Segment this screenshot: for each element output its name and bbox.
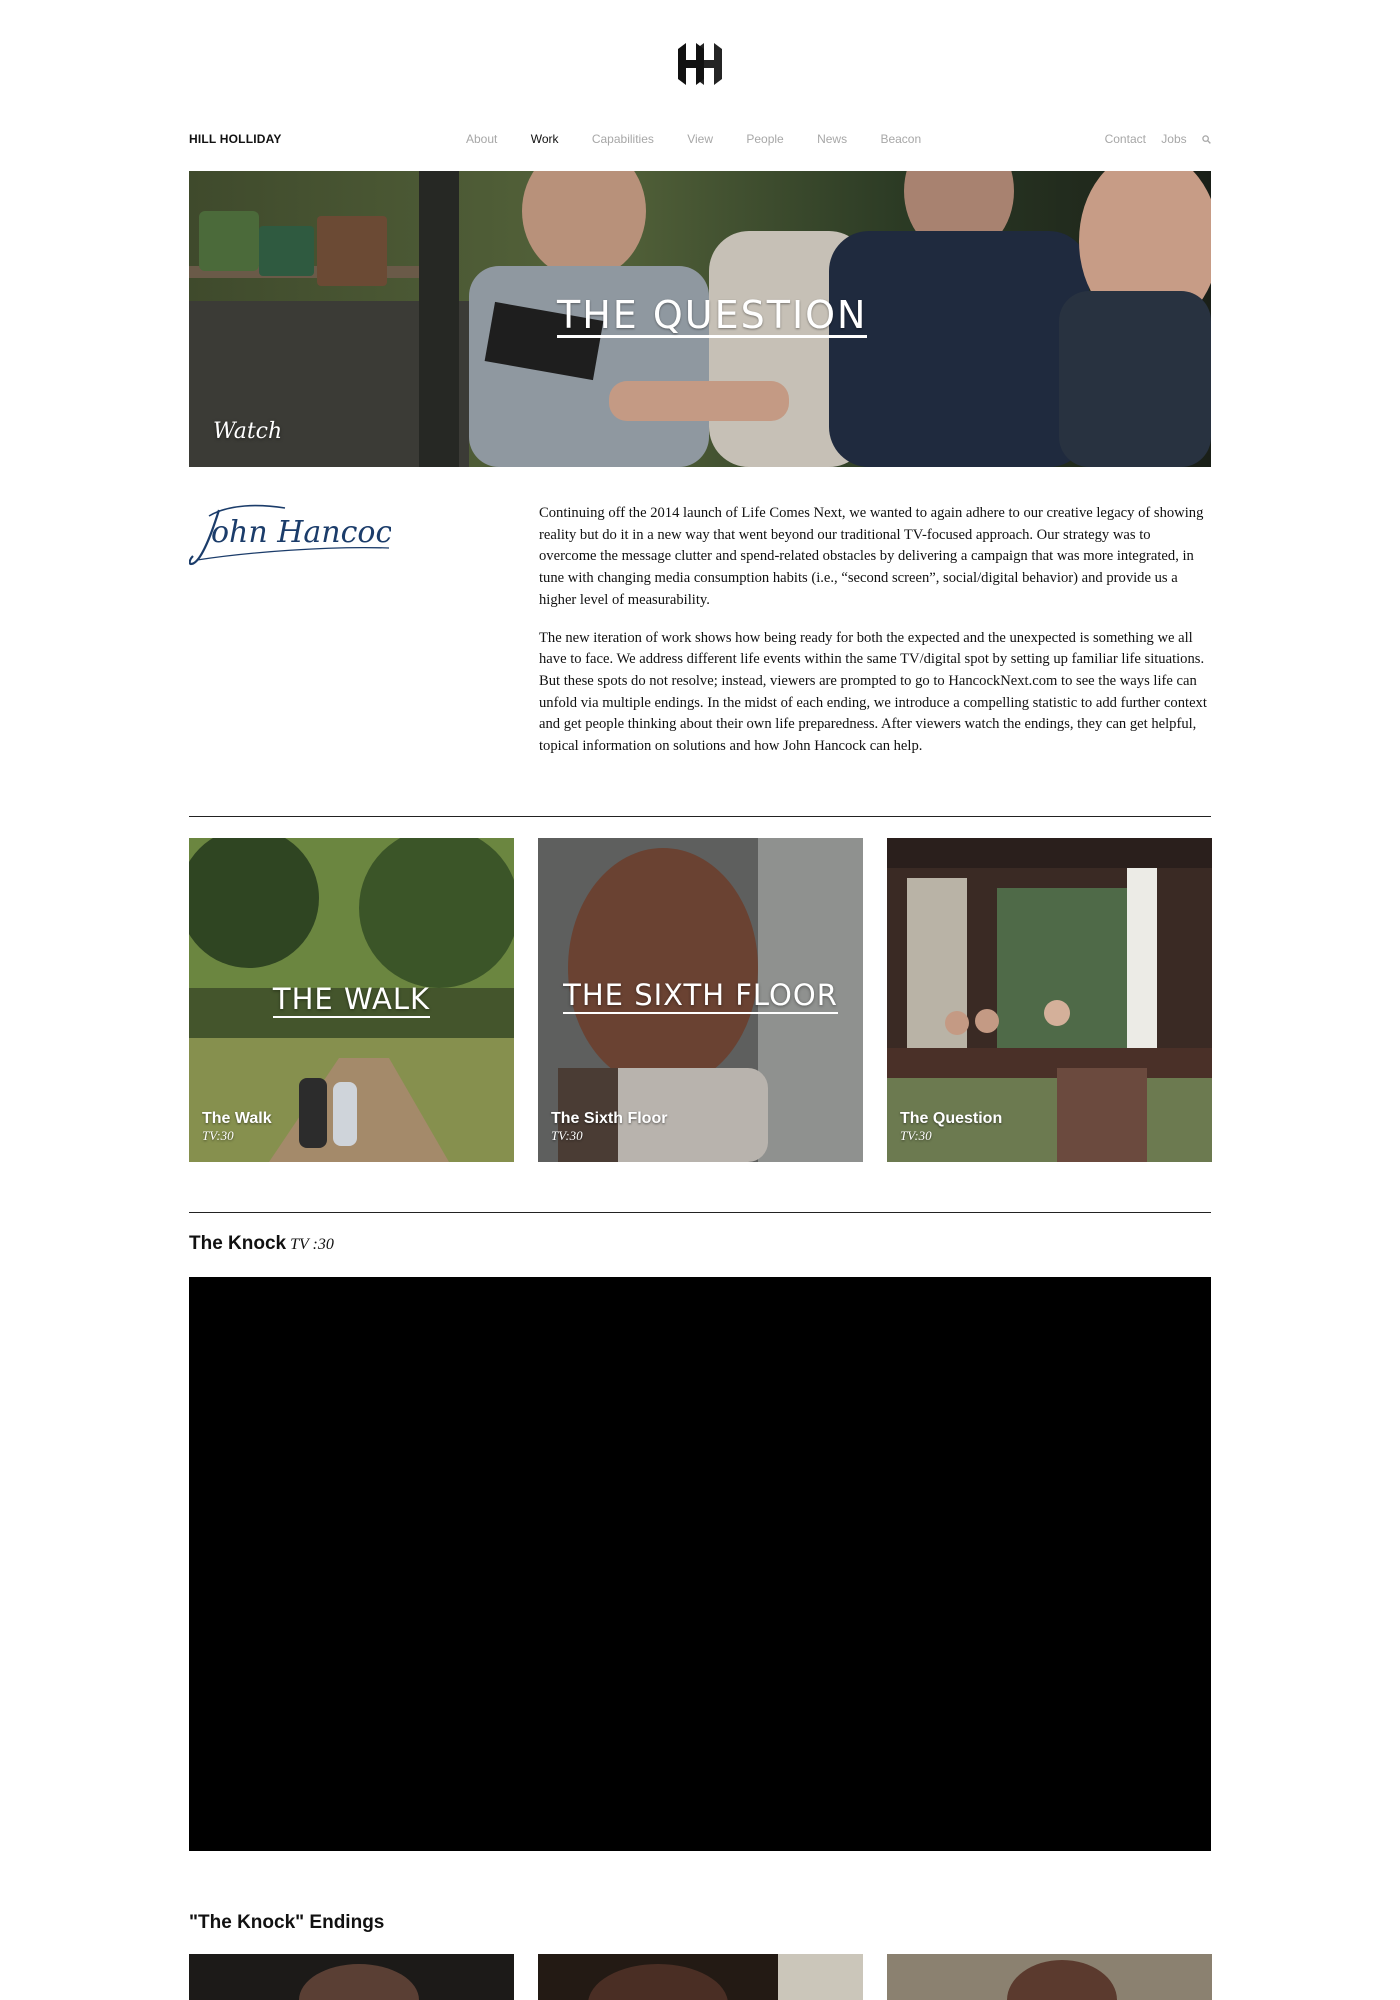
spot-card-the-walk[interactable]: THE WALK The Walk TV:30 [189, 838, 514, 1162]
secondary-menu: Contact Jobs [1093, 132, 1211, 146]
nav-item-beacon[interactable]: Beacon [880, 132, 921, 146]
hero-video[interactable]: THE QUESTION Watch [189, 171, 1211, 467]
divider [189, 816, 1211, 817]
spot-title: The Question [900, 1110, 1003, 1127]
intro-paragraph-1: Continuing off the 2014 launch of Life C… [539, 505, 1204, 608]
hero-overlay-title: THE QUESTION [557, 293, 868, 338]
divider [189, 1212, 1211, 1213]
brand-name[interactable]: HILL HOLLIDAY [189, 132, 282, 146]
hh-monogram-icon[interactable] [674, 43, 726, 85]
watch-link[interactable]: Watch [213, 419, 282, 444]
spot-title: The Sixth Floor [551, 1110, 668, 1127]
nav-item-view[interactable]: View [687, 132, 713, 146]
nav-item-jobs[interactable]: Jobs [1161, 132, 1186, 146]
ending-thumbnail [887, 1954, 1212, 2000]
nav-item-work[interactable]: Work [531, 132, 559, 146]
nav-item-capabilities[interactable]: Capabilities [592, 132, 654, 146]
spot-format: TV:30 [202, 1128, 234, 1143]
feature-title: The Knock TV :30 [189, 1233, 334, 1255]
top-nav: HILL HOLLIDAY About Work Capabilities Vi… [189, 130, 1211, 150]
ending-card[interactable] [887, 1954, 1212, 2000]
ending-thumbnail [189, 1954, 514, 2000]
nav-item-about[interactable]: About [466, 132, 497, 146]
nav-item-news[interactable]: News [817, 132, 847, 146]
ending-card[interactable] [189, 1954, 514, 2000]
spot-overlay-title: THE WALK [272, 982, 431, 1018]
main-menu: About Work Capabilities View People News… [466, 132, 951, 146]
endings-title: "The Knock" Endings [189, 1912, 385, 1933]
svg-text:ohn Hancock: ohn Hancock [211, 515, 391, 550]
search-icon[interactable] [1202, 132, 1211, 146]
spot-card-the-question[interactable]: The Question TV:30 [887, 838, 1212, 1162]
ending-card[interactable] [538, 1954, 863, 2000]
intro-paragraph-2: The new iteration of work shows how bein… [539, 629, 1207, 755]
spot-format: TV:30 [551, 1128, 583, 1143]
ending-thumbnail [538, 1954, 863, 2000]
intro-copy: Continuing off the 2014 launch of Life C… [539, 503, 1211, 774]
feature-format: TV :30 [290, 1236, 334, 1253]
nav-item-contact[interactable]: Contact [1105, 132, 1146, 146]
spot-title: The Walk [202, 1110, 272, 1127]
video-player[interactable] [189, 1277, 1211, 1851]
spot-format: TV:30 [900, 1128, 932, 1143]
spot-card-the-sixth-floor[interactable]: THE SIXTH FLOOR The Sixth Floor TV:30 [538, 838, 863, 1162]
john-hancock-logo: ohn Hancock [189, 504, 391, 566]
spot-overlay-title: THE SIXTH FLOOR [563, 978, 838, 1014]
feature-name: The Knock [189, 1233, 287, 1254]
nav-item-people[interactable]: People [746, 132, 783, 146]
